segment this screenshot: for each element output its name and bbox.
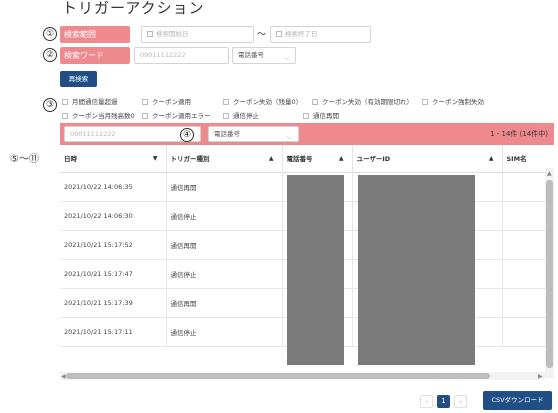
checkbox-icon: [312, 99, 318, 105]
user-id-redaction-mask: [358, 175, 475, 365]
csv-download-button[interactable]: CSVダウンロード: [483, 391, 552, 410]
sort-desc-icon[interactable]: ▼: [153, 155, 158, 162]
checkbox-icon: [422, 99, 428, 105]
checkbox-comm-stop[interactable]: 通信停止: [223, 111, 259, 121]
column-label: 電話番号: [286, 155, 313, 164]
checkbox-coupon-balance-zero[interactable]: クーポン当月残高数0: [62, 111, 135, 121]
cell-datetime: 2021/10/21 15:17:39: [60, 288, 167, 318]
chevron-down-icon: ⌵: [286, 133, 292, 141]
pagination-prev[interactable]: ‹: [420, 395, 433, 408]
checkbox-icon: [223, 99, 229, 105]
checkbox-comm-resume[interactable]: 通信再開: [303, 111, 339, 121]
filter-type-select[interactable]: 電話番号 ⌵: [208, 126, 299, 142]
filter-type-value: 電話番号: [214, 130, 240, 138]
column-label: ユーザーID: [356, 155, 391, 164]
end-date-placeholder: 検索終了日: [285, 30, 318, 38]
checkbox-coupon-apply[interactable]: クーポン適用: [142, 97, 191, 107]
checkbox-label: クーポン失効（残量0）: [233, 98, 303, 106]
calendar-icon: [147, 31, 153, 37]
cell-trigger-type: 通信停止: [166, 259, 283, 289]
checkbox-label: 月間通信量超過: [72, 98, 118, 106]
scroll-right-icon[interactable]: ▶: [538, 373, 543, 380]
phone-redaction-mask: [287, 175, 344, 365]
checkbox-coupon-expire-zero[interactable]: クーポン失効（残量0）: [223, 97, 302, 107]
cell-sim-name: [502, 230, 545, 260]
table-header-row: 日時 ▼ トリガー種別 ▲ 電話番号 ▲ ユーザーID ▲ SIM名: [60, 145, 545, 173]
calendar-icon: [276, 31, 282, 37]
checkbox-monthly-over[interactable]: 月間通信量超過: [62, 97, 118, 107]
cell-trigger-type: 通信停止: [166, 201, 283, 231]
checkbox-label: 通信再開: [313, 112, 339, 120]
column-header-sim-name[interactable]: SIM名: [502, 145, 545, 173]
checkbox-label: クーポン適用: [152, 98, 191, 106]
marker-5-11: ⑤〜⑪: [10, 154, 39, 165]
column-label: 日時: [64, 155, 77, 164]
research-button[interactable]: 再検索: [60, 71, 97, 87]
cell-datetime: 2021/10/21 15:17:11: [60, 317, 167, 347]
cell-sim-name: [502, 259, 545, 289]
checkbox-coupon-force-expire[interactable]: クーポン強制失効: [422, 97, 484, 107]
search-type-select[interactable]: 電話番号 ⌵: [232, 47, 296, 64]
sort-asc-icon[interactable]: ▲: [489, 155, 494, 162]
search-word-input[interactable]: 09011112222: [134, 47, 229, 64]
column-header-datetime[interactable]: 日時 ▼: [60, 145, 167, 173]
chevron-down-icon: ⌵: [283, 54, 289, 62]
cell-trigger-type: 通信再開: [166, 172, 283, 202]
checkbox-icon: [62, 99, 68, 105]
checkbox-label: クーポン失効（有効期限切れ）: [322, 98, 413, 106]
start-date-input[interactable]: 検索開始日: [141, 26, 254, 43]
horizontal-scroll-thumb[interactable]: [66, 373, 490, 379]
page-title: トリガーアクション: [62, 0, 205, 17]
checkbox-coupon-expire-date[interactable]: クーポン失効（有効期限切れ）: [312, 97, 413, 107]
checkbox-icon: [142, 99, 148, 105]
cell-sim-name: [502, 172, 545, 202]
marker-2: ②: [43, 48, 57, 62]
checkbox-icon: [223, 113, 229, 119]
column-header-trigger-type[interactable]: トリガー種別 ▲: [166, 145, 283, 173]
range-separator: 〜: [257, 30, 267, 40]
checkbox-icon: [142, 113, 148, 119]
column-header-user-id[interactable]: ユーザーID ▲: [352, 145, 503, 173]
cell-trigger-type: 通信再開: [166, 288, 283, 318]
column-header-phone[interactable]: 電話番号 ▲: [282, 145, 353, 173]
checkbox-icon: [62, 113, 68, 119]
cell-sim-name: [502, 201, 545, 231]
vertical-scroll-thumb[interactable]: [546, 180, 553, 368]
pagination-next[interactable]: ›: [454, 395, 467, 408]
checkbox-icon: [303, 113, 309, 119]
cell-datetime: 2021/10/22 14:06:35: [60, 172, 167, 202]
cell-sim-name: [502, 288, 545, 318]
end-date-input[interactable]: 検索終了日: [270, 26, 371, 43]
checkbox-label: クーポン当月残高数0: [72, 112, 135, 120]
cell-trigger-type: 通信再開: [166, 230, 283, 260]
start-date-placeholder: 検索開始日: [156, 30, 189, 38]
column-label: SIM名: [506, 155, 527, 164]
column-label: トリガー種別: [170, 155, 210, 164]
pagination-page-1[interactable]: 1: [437, 395, 450, 408]
search-range-label: 検索範囲: [60, 26, 130, 43]
cell-sim-name: [502, 317, 545, 347]
search-word-label: 検索ワード: [60, 47, 130, 64]
marker-4: ④: [180, 128, 194, 142]
cell-datetime: 2021/10/21 15:17:47: [60, 259, 167, 289]
checkbox-label: クーポン強制失効: [432, 98, 484, 106]
checkbox-coupon-apply-error[interactable]: クーポン適用エラー: [142, 111, 211, 121]
checkbox-label: 通信停止: [233, 112, 259, 120]
cell-datetime: 2021/10/21 15:17:52: [60, 230, 167, 260]
sort-asc-icon[interactable]: ▲: [339, 155, 344, 162]
search-type-value: 電話番号: [238, 51, 264, 59]
marker-1: ①: [43, 27, 57, 41]
cell-trigger-type: 通信停止: [166, 317, 283, 347]
sort-asc-icon[interactable]: ▲: [269, 155, 274, 162]
result-count: 1 - 14件 (14件中): [490, 130, 548, 138]
checkbox-label: クーポン適用エラー: [152, 112, 211, 120]
scroll-up-icon[interactable]: ▲: [547, 170, 552, 177]
scroll-left-icon[interactable]: ◀: [61, 373, 66, 380]
marker-3: ③: [43, 98, 57, 112]
cell-datetime: 2021/10/22 14:06:30: [60, 201, 167, 231]
